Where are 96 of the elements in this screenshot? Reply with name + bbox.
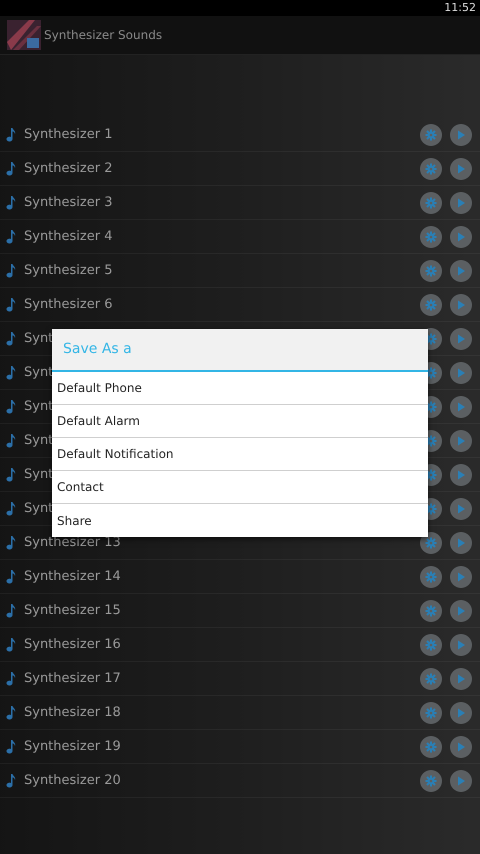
music-note-icon (6, 332, 16, 346)
music-note-icon (6, 230, 16, 244)
dialog-option[interactable]: Default Alarm (52, 405, 428, 438)
play-icon (456, 300, 466, 310)
music-note-icon (6, 468, 16, 482)
gear-icon (425, 570, 437, 582)
gear-icon (425, 740, 437, 752)
sound-name[interactable]: Synthesizer 19 (24, 736, 412, 756)
music-note-icon (6, 400, 16, 414)
play-button[interactable] (450, 770, 472, 792)
gear-icon (425, 672, 437, 684)
play-icon (456, 538, 466, 548)
play-icon (456, 708, 466, 718)
gear-icon (425, 264, 437, 276)
music-note-icon (6, 672, 16, 686)
gear-icon (425, 638, 437, 650)
play-button[interactable] (450, 702, 472, 724)
play-icon (456, 742, 466, 752)
play-button[interactable] (450, 600, 472, 622)
play-icon (456, 504, 466, 514)
play-button[interactable] (450, 124, 472, 146)
play-button[interactable] (450, 498, 472, 520)
music-note-icon (6, 298, 16, 312)
music-note-icon (6, 264, 16, 278)
play-icon (456, 402, 466, 412)
play-icon (456, 640, 466, 650)
play-icon (456, 130, 466, 140)
gear-icon (425, 196, 437, 208)
music-note-icon (6, 162, 16, 176)
play-button[interactable] (450, 396, 472, 418)
play-button[interactable] (450, 158, 472, 180)
music-note-icon (6, 196, 16, 210)
gear-icon (425, 162, 437, 174)
dialog-option[interactable]: Default Phone (52, 372, 428, 405)
app-icon (7, 20, 41, 50)
settings-button[interactable] (420, 532, 442, 554)
play-icon (456, 674, 466, 684)
play-icon (456, 572, 466, 582)
gear-icon (425, 706, 437, 718)
sound-name[interactable]: Synthesizer 1 (24, 124, 412, 144)
sound-name[interactable]: Synthesizer 5 (24, 260, 412, 280)
play-button[interactable] (450, 226, 472, 248)
play-icon (456, 470, 466, 480)
gear-icon (425, 230, 437, 242)
play-icon (456, 334, 466, 344)
play-button[interactable] (450, 736, 472, 758)
dialog-title: Save As a (52, 329, 428, 372)
music-note-icon (6, 774, 16, 788)
play-button[interactable] (450, 464, 472, 486)
music-note-icon (6, 638, 16, 652)
gear-icon (425, 128, 437, 140)
play-button[interactable] (450, 634, 472, 656)
app-title: Synthesizer Sounds (44, 27, 162, 44)
play-button[interactable] (450, 430, 472, 452)
sound-name[interactable]: Synthesizer 18 (24, 702, 412, 722)
play-button[interactable] (450, 668, 472, 690)
music-note-icon (6, 570, 16, 584)
play-button[interactable] (450, 260, 472, 282)
sound-name[interactable]: Synthesizer 6 (24, 294, 412, 314)
sound-name[interactable]: Synthesizer 4 (24, 226, 412, 246)
sound-name[interactable]: Synthesizer 16 (24, 634, 412, 654)
dialog-option[interactable]: Default Notification (52, 438, 428, 471)
play-icon (456, 606, 466, 616)
music-note-icon (6, 604, 16, 618)
gear-icon (425, 774, 437, 786)
music-note-icon (6, 740, 16, 754)
play-button[interactable] (450, 532, 472, 554)
music-note-icon (6, 434, 16, 448)
dialog-option[interactable]: Contact (52, 471, 428, 504)
sound-name[interactable]: Synthesizer 14 (24, 566, 412, 586)
sound-name[interactable]: Synthesizer 17 (24, 668, 412, 688)
play-icon (456, 266, 466, 276)
play-icon (456, 232, 466, 242)
gear-icon (425, 298, 437, 310)
play-icon (456, 198, 466, 208)
music-note-icon (6, 366, 16, 380)
play-button[interactable] (450, 294, 472, 316)
play-button[interactable] (450, 328, 472, 350)
music-note-icon (6, 128, 16, 142)
music-note-icon (6, 536, 16, 550)
status-time: 11:52 (444, 0, 476, 16)
music-note-icon (6, 706, 16, 720)
play-icon (456, 776, 466, 786)
play-icon (456, 436, 466, 446)
sound-name[interactable]: Synthesizer 3 (24, 192, 412, 212)
play-icon (456, 368, 466, 378)
play-icon (456, 164, 466, 174)
play-button[interactable] (450, 566, 472, 588)
sound-name[interactable]: Synthesizer 2 (24, 158, 412, 178)
dialog-option[interactable]: Share (52, 504, 428, 537)
sound-name[interactable]: Synthesizer 20 (24, 770, 412, 790)
sound-name[interactable]: Synthesizer 15 (24, 600, 412, 620)
play-button[interactable] (450, 362, 472, 384)
play-button[interactable] (450, 192, 472, 214)
music-note-icon (6, 502, 16, 516)
gear-icon (425, 604, 437, 616)
